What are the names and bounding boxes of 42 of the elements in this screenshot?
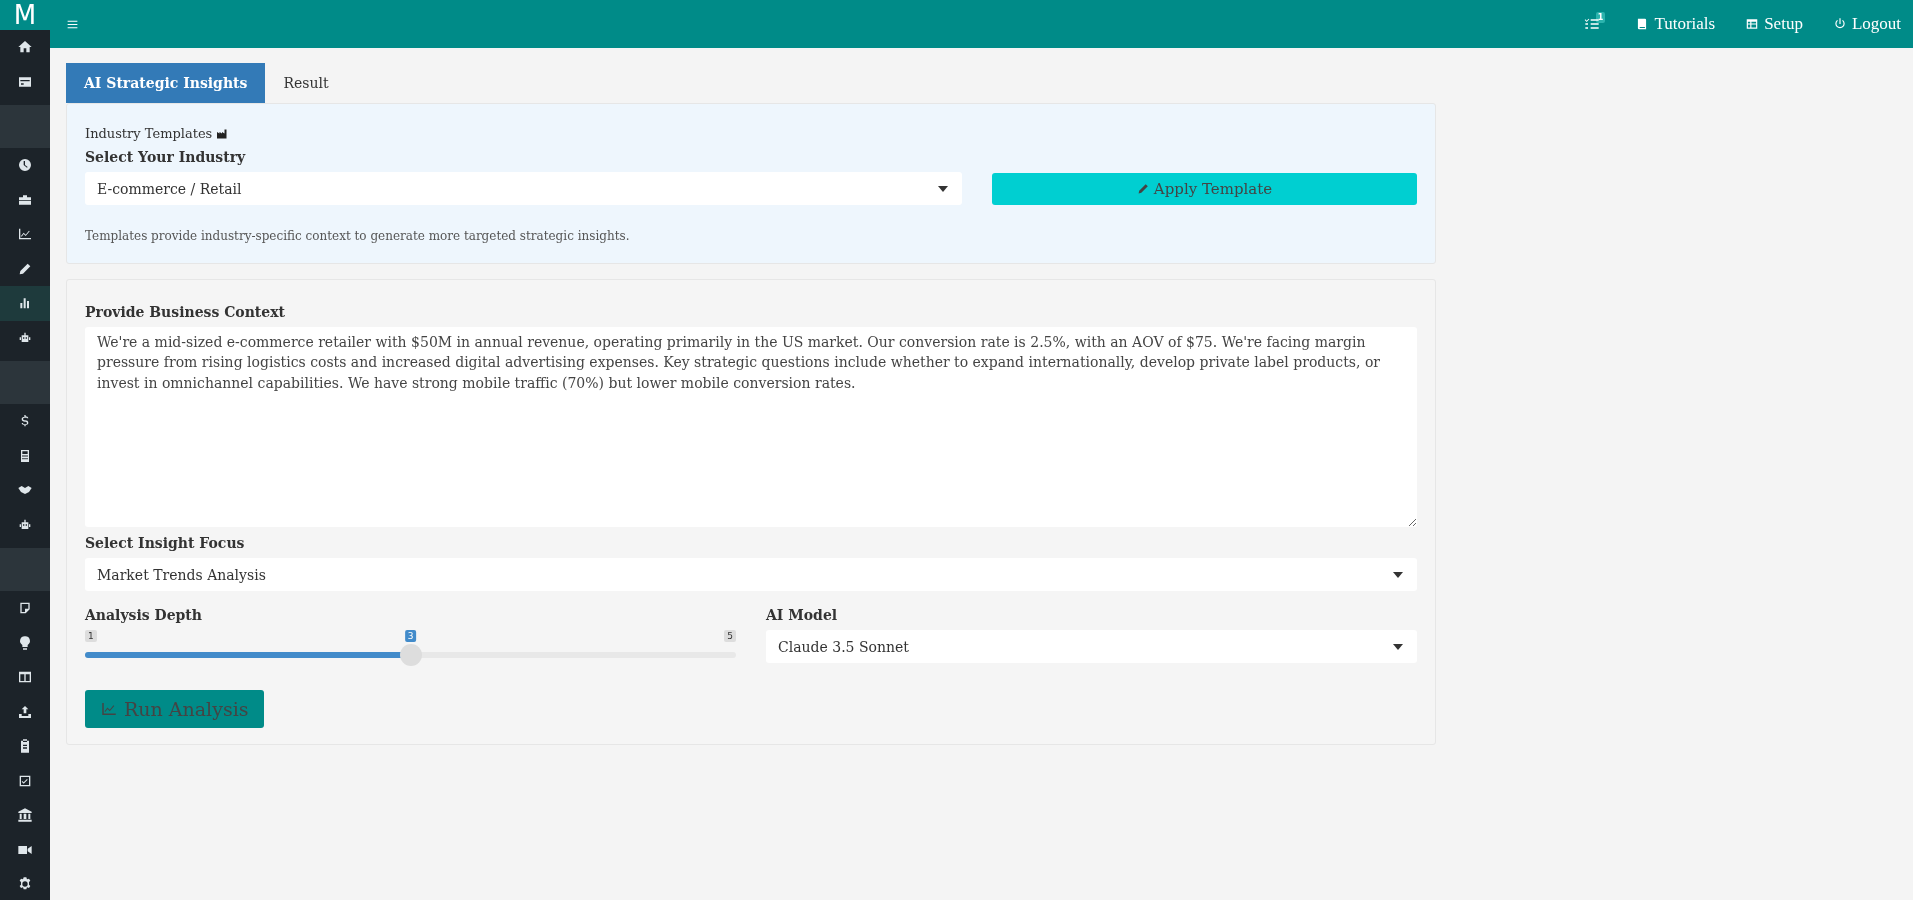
slider-max-label: 5 — [724, 630, 736, 642]
tab[interactable]: Result — [265, 63, 347, 103]
slider-thumb[interactable] — [399, 644, 422, 666]
sidebar-icon — [17, 703, 33, 720]
nav-link[interactable]: Tutorials — [1635, 14, 1716, 34]
apply-template-button[interactable]: Apply Template — [992, 172, 1417, 205]
insight-focus-select[interactable]: Market Trends Analysis — [85, 558, 1417, 591]
nav-link[interactable]: Setup — [1745, 14, 1803, 34]
section-heading: Industry Templates — [85, 126, 213, 141]
factory-icon — [216, 127, 229, 140]
notification-badge: 1 — [1595, 11, 1606, 23]
power-icon — [1832, 17, 1847, 31]
table-icon — [1745, 17, 1760, 31]
line-chart-icon — [100, 700, 118, 718]
brand-logo[interactable]: M — [0, 0, 50, 30]
tasks-button[interactable] — [1583, 16, 1600, 32]
field-label: Select Insight Focus — [85, 535, 246, 551]
sidebar-section-block — [0, 105, 50, 148]
help-text: Templates provide industry-specific context to generate more targeted strategic insights. — [85, 229, 631, 243]
ai-model-select[interactable]: Claude 3.5 Sonnet — [766, 630, 1417, 663]
caret-icon — [1393, 571, 1403, 578]
slider-min-label: 1 — [85, 630, 97, 642]
field-label: Select Your Industry — [85, 149, 247, 165]
sidebar-section-block — [0, 361, 50, 404]
pencil-icon — [1136, 182, 1150, 195]
sidebar-item[interactable] — [0, 286, 50, 321]
sidebar-icon — [17, 634, 33, 651]
sidebar-icon — [17, 807, 33, 824]
caret-icon — [1393, 643, 1403, 650]
depth-slider[interactable] — [85, 644, 736, 666]
field-label: AI Model — [766, 607, 839, 623]
tab[interactable]: AI Strategic Insights — [66, 63, 266, 103]
industry-select[interactable]: E-commerce / Retail — [85, 172, 962, 205]
sidebar-icon — [17, 157, 33, 174]
field-label: Analysis Depth — [85, 607, 203, 623]
caret-icon — [938, 185, 948, 192]
field-label: Provide Business Context — [85, 304, 287, 320]
nav-link[interactable]: Logout — [1832, 14, 1901, 34]
business-context-field[interactable]: We're a mid-sized e-commerce retailer with $50M in annual revenue, operating primarily in the US market. Our conversion rate is 2.5%, with an AOV of $75. We're facing margin pressure from rising logistics costs and increased digital advertising expenses. Key strategic questions include whether to expand internationally, develop private label products, or invest in omnichannel capabilities. We have strong mobile traffic (70%) but lower mobile conversion rates. — [85, 327, 1417, 527]
checklist-icon — [1583, 16, 1600, 32]
sidebar-section-block — [0, 548, 50, 591]
slider-value-label: 3 — [404, 630, 417, 642]
